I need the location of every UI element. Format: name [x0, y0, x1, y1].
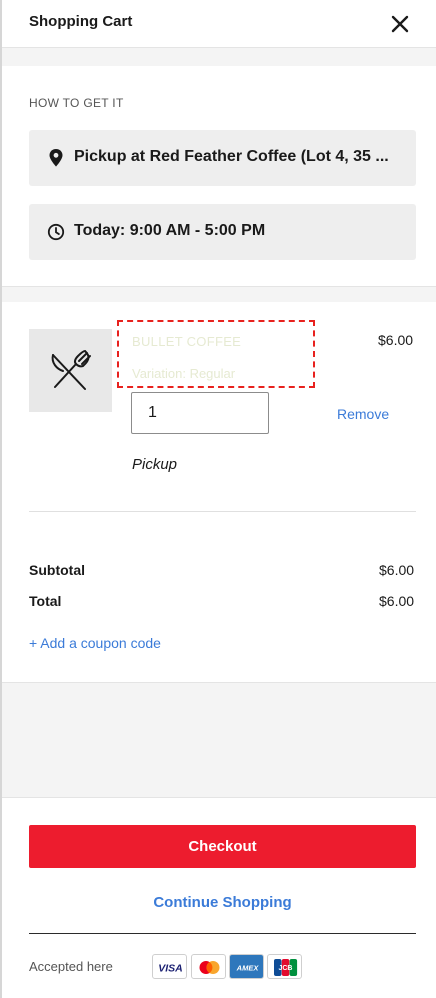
amex-wordmark: AMEX	[236, 964, 260, 973]
visa-wordmark: VISA	[158, 963, 183, 975]
pickup-location-text: Pickup at Red Feather Coffee (Lot 4, 35 …	[74, 148, 389, 165]
add-coupon-link[interactable]: + Add a coupon code	[29, 635, 161, 651]
utensils-icon	[51, 349, 91, 390]
pickup-time-text: Today: 9:00 AM - 5:00 PM	[74, 222, 266, 239]
item-variation: Variation: Regular	[132, 366, 236, 381]
close-icon	[391, 15, 409, 33]
mastercard-icon	[191, 954, 226, 979]
subtotal-label: Subtotal	[29, 562, 85, 578]
item-price: $6.00	[378, 332, 414, 348]
checkout-button[interactable]: Checkout	[29, 825, 416, 868]
amex-card-icon: AMEX	[229, 954, 264, 979]
quantity-input[interactable]	[131, 392, 269, 434]
fulfillment-section-label: HOW TO GET IT	[29, 96, 124, 110]
accepted-payments-label: Accepted here	[29, 959, 113, 974]
close-button[interactable]	[388, 12, 412, 36]
jcb-wordmark: JCB	[278, 965, 292, 972]
item-fulfillment-method: Pickup	[132, 456, 178, 473]
section-separator	[2, 286, 436, 302]
section-separator	[2, 48, 436, 66]
pickup-location-selector[interactable]: Pickup at Red Feather Coffee (Lot 4, 35 …	[29, 130, 416, 186]
total-value: $6.00	[379, 593, 415, 609]
page-title: Shopping Cart	[29, 13, 133, 30]
divider	[29, 511, 416, 512]
jcb-card-icon: JCB	[267, 954, 302, 979]
total-label: Total	[29, 593, 62, 609]
map-pin-icon	[49, 149, 63, 167]
clock-icon	[47, 223, 65, 241]
continue-shopping-link[interactable]: Continue Shopping	[2, 894, 436, 911]
subtotal-value: $6.00	[379, 562, 415, 578]
remove-item-link[interactable]: Remove	[337, 406, 389, 422]
visa-card-icon: VISA	[152, 954, 187, 979]
item-thumbnail	[29, 329, 112, 412]
cart-header: Shopping Cart	[2, 0, 436, 48]
shopping-cart-panel: Shopping Cart HOW TO GET IT Pickup at Re…	[0, 0, 436, 998]
item-name: BULLET COFFEE	[132, 334, 242, 349]
divider	[29, 933, 416, 934]
section-separator	[2, 682, 436, 798]
pickup-time-selector[interactable]: Today: 9:00 AM - 5:00 PM	[29, 204, 416, 260]
